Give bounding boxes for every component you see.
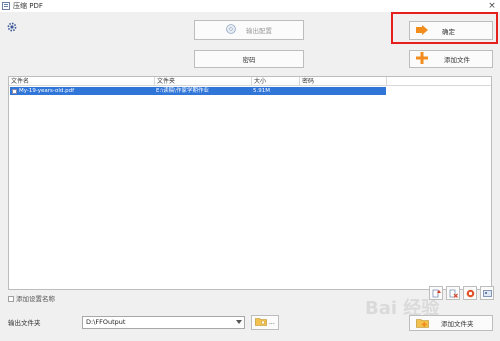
add-folder-button[interactable]: 添加文件夹 [409,315,493,331]
table-header: 文件名 文件夹 大小 密码 [9,77,491,86]
table-row[interactable]: My-19-years-old.pdf E:\读稿\作家学期作业 5.91M [10,87,386,95]
column-header-password[interactable]: 密码 [300,77,387,86]
browse-dots: ... [269,319,275,326]
arrow-right-icon [416,24,428,37]
close-icon[interactable]: × [486,0,498,12]
output-folder-select[interactable]: D:\FFOutput [82,316,245,329]
gear-icon[interactable] [6,21,18,33]
image-icon [482,289,492,297]
confirm-label: 确定 [442,27,455,36]
window-title: 压缩 PDF [13,2,43,10]
move-up-button[interactable] [429,286,443,300]
file-table[interactable]: 文件名 文件夹 大小 密码 My-19-years-old.pdf E:\读稿\… [8,76,492,290]
browse-folder-button[interactable]: ... [251,315,279,330]
title-bar [0,0,500,12]
password-button[interactable]: 密码 [194,50,304,68]
remove-file-button[interactable] [446,286,460,300]
add-folder-label: 添加文件夹 [441,320,474,328]
record-icon [466,289,474,297]
row-file-name: My-19-years-old.pdf [19,88,75,94]
column-header-size[interactable]: 大小 [252,77,300,86]
add-file-button[interactable]: 添加文件 [409,50,493,68]
column-header-folder[interactable]: 文件夹 [155,77,252,86]
row-checkbox[interactable] [12,88,17,94]
password-label: 密码 [242,56,256,64]
doc-remove-icon [449,289,458,298]
add-setting-name-checkbox[interactable] [8,296,14,302]
output-config-label: 输出配置 [246,27,272,35]
plus-icon [416,52,428,66]
row-size: 5.91M [253,88,270,94]
pdf-app-icon [2,2,10,10]
column-header-name[interactable]: 文件名 [9,77,155,86]
stop-button[interactable] [463,286,477,300]
output-folder-label: 输出文件夹 [8,319,41,327]
confirm-button[interactable]: 确定 [409,21,493,40]
row-folder: E:\读稿\作家学期作业 [156,88,210,94]
row-name-cell: My-19-years-old.pdf [12,87,156,95]
view-button[interactable] [480,286,494,300]
disc-icon [226,24,236,36]
folder-icon [255,317,267,328]
output-config-button[interactable]: 输出配置 [194,20,304,40]
chevron-down-icon[interactable] [236,320,242,324]
folder-add-icon [416,317,429,330]
doc-up-icon [432,289,441,297]
add-setting-name-label: 添加设置名称 [16,295,55,303]
add-file-label: 添加文件 [444,56,470,64]
